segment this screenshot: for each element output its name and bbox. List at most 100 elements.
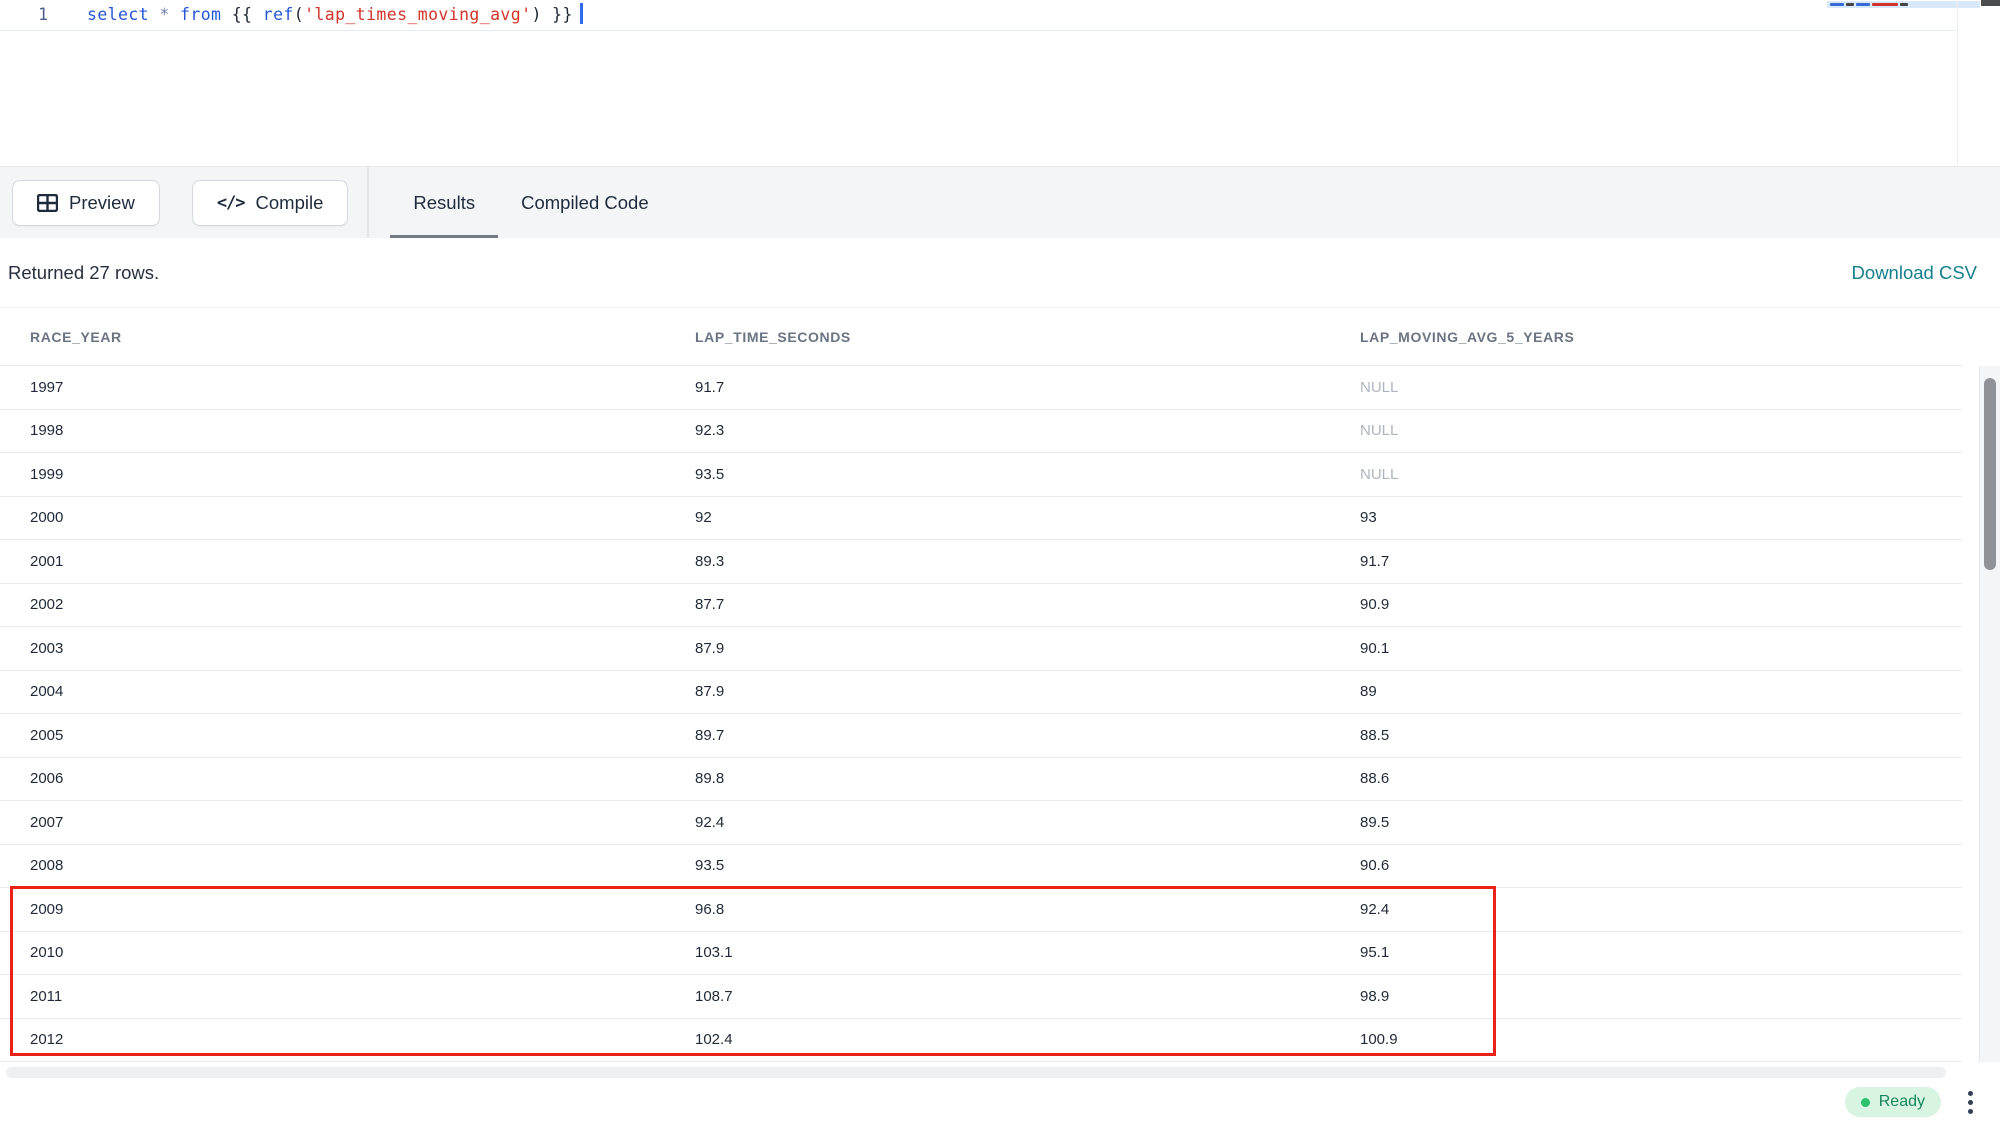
- table-cell: 2001: [0, 553, 665, 570]
- table-cell: 89.7: [665, 727, 1330, 744]
- table-row: 200189.391.7: [0, 540, 1962, 584]
- code-token: ref: [263, 5, 294, 24]
- dbt-ide-results-screen: 1 select * from {{ ref('lap_times_moving…: [0, 0, 2000, 1124]
- table-cell: 103.1: [665, 944, 1330, 961]
- table-row: 200996.892.4: [0, 888, 1962, 932]
- table-cell: 2010: [0, 944, 665, 961]
- minimap-mark: [1872, 3, 1898, 6]
- code-token: [170, 5, 180, 24]
- minimap-mark: [1830, 3, 1844, 6]
- table-cell: 89: [1330, 683, 1962, 700]
- table-row: 2011108.798.9: [0, 975, 1962, 1019]
- code-token: (: [294, 5, 304, 24]
- code-line[interactable]: 1 select * from {{ ref('lap_times_moving…: [0, 0, 1957, 31]
- table-cell: 90.6: [1330, 857, 1962, 874]
- table-cell: 92: [665, 509, 1330, 526]
- table-cell: 2002: [0, 596, 665, 613]
- table-grid-icon: [37, 194, 58, 212]
- code-token: from: [180, 5, 221, 24]
- sql-editor[interactable]: 1 select * from {{ ref('lap_times_moving…: [0, 0, 2000, 166]
- table-cell: 88.6: [1330, 770, 1962, 787]
- table-cell: 102.4: [665, 1031, 1330, 1048]
- table-cell: 92.3: [665, 422, 1330, 439]
- preview-button[interactable]: Preview: [12, 180, 160, 226]
- table-cell: 2011: [0, 988, 665, 1005]
- table-horizontal-scrollbar[interactable]: [6, 1067, 1946, 1078]
- table-cell: 1997: [0, 379, 665, 396]
- compile-button-label: Compile: [256, 192, 324, 214]
- table-cell: 93.5: [665, 857, 1330, 874]
- column-header-lap-moving-avg[interactable]: LAP_MOVING_AVG_5_YEARS: [1330, 329, 1962, 345]
- tab-compiled-code[interactable]: Compiled Code: [498, 167, 672, 238]
- table-cell: 91.7: [665, 379, 1330, 396]
- table-row: 200387.990.1: [0, 627, 1962, 671]
- table-row: 2012102.4100.9: [0, 1019, 1962, 1063]
- code-token: {{: [221, 5, 262, 24]
- table-cell: NULL: [1330, 379, 1962, 396]
- editor-scrollbar-thumb[interactable]: [1981, 0, 2000, 6]
- table-cell: 87.9: [665, 640, 1330, 657]
- column-header-race-year[interactable]: RACE_YEAR: [0, 329, 665, 345]
- column-header-lap-time-seconds[interactable]: LAP_TIME_SECONDS: [665, 329, 1330, 345]
- results-summary-bar: Returned 27 rows. Download CSV: [0, 238, 2000, 308]
- tab-results[interactable]: Results: [390, 167, 498, 238]
- results-toolbar: Preview </> Compile Results Compiled Cod…: [0, 166, 2000, 238]
- code-line-text: select * from {{ ref('lap_times_moving_a…: [81, 0, 583, 30]
- table-cell: 96.8: [665, 901, 1330, 918]
- table-cell: 93: [1330, 509, 1962, 526]
- code-token: select: [87, 5, 149, 24]
- table-row: 20009293: [0, 497, 1962, 541]
- table-cell: 87.7: [665, 596, 1330, 613]
- table-cell: NULL: [1330, 466, 1962, 483]
- table-cell: 88.5: [1330, 727, 1962, 744]
- table-cell: 1998: [0, 422, 665, 439]
- code-token: 'lap_times_moving_avg': [304, 5, 531, 24]
- table-row: 200487.989: [0, 671, 1962, 715]
- download-csv-link[interactable]: Download CSV: [1852, 262, 1977, 284]
- table-cell: 2004: [0, 683, 665, 700]
- line-number: 1: [0, 0, 81, 30]
- table-row: 199892.3NULL: [0, 410, 1962, 454]
- table-cell: 95.1: [1330, 944, 1962, 961]
- editor-minimap-divider: [1957, 0, 1958, 165]
- table-cell: 2007: [0, 814, 665, 831]
- code-token: *: [159, 5, 169, 24]
- table-cell: 108.7: [665, 988, 1330, 1005]
- kebab-menu-icon[interactable]: [1965, 1088, 1976, 1117]
- table-cell: NULL: [1330, 422, 1962, 439]
- table-vertical-scrollbar[interactable]: [1979, 366, 2000, 1062]
- table-vertical-scrollbar-thumb[interactable]: [1984, 378, 1996, 570]
- status-dot-icon: [1861, 1098, 1870, 1107]
- table-cell: 89.8: [665, 770, 1330, 787]
- compile-button[interactable]: </> Compile: [192, 180, 349, 226]
- table-row: 200287.790.9: [0, 584, 1962, 628]
- table-row: 199791.7NULL: [0, 366, 1962, 410]
- table-cell: 2009: [0, 901, 665, 918]
- table-cell: 2000: [0, 509, 665, 526]
- code-token: ): [531, 5, 541, 24]
- table-cell: 2012: [0, 1031, 665, 1048]
- table-row: 200589.788.5: [0, 714, 1962, 758]
- table-cell: 87.9: [665, 683, 1330, 700]
- table-cell: 1999: [0, 466, 665, 483]
- results-tabs: Results Compiled Code: [390, 167, 671, 238]
- text-cursor: [580, 3, 583, 24]
- table-cell: 98.9: [1330, 988, 1962, 1005]
- tab-results-label: Results: [413, 192, 475, 214]
- code-tokens: select * from {{ ref('lap_times_moving_a…: [87, 5, 573, 24]
- row-count-text: Returned 27 rows.: [8, 262, 159, 284]
- table-cell: 89.5: [1330, 814, 1962, 831]
- table-cell: 89.3: [665, 553, 1330, 570]
- table-row: 2010103.195.1: [0, 932, 1962, 976]
- minimap-mark: [1856, 3, 1870, 6]
- table-cell: 91.7: [1330, 553, 1962, 570]
- code-token: }}: [542, 5, 573, 24]
- table-row: 200893.590.6: [0, 845, 1962, 889]
- toolbar-divider: [367, 167, 369, 238]
- tab-compiled-code-label: Compiled Code: [521, 192, 649, 214]
- minimap-mark: [1846, 3, 1854, 6]
- table-cell: 90.9: [1330, 596, 1962, 613]
- table-cell: 2006: [0, 770, 665, 787]
- table-cell: 2005: [0, 727, 665, 744]
- table-row: 199993.5NULL: [0, 453, 1962, 497]
